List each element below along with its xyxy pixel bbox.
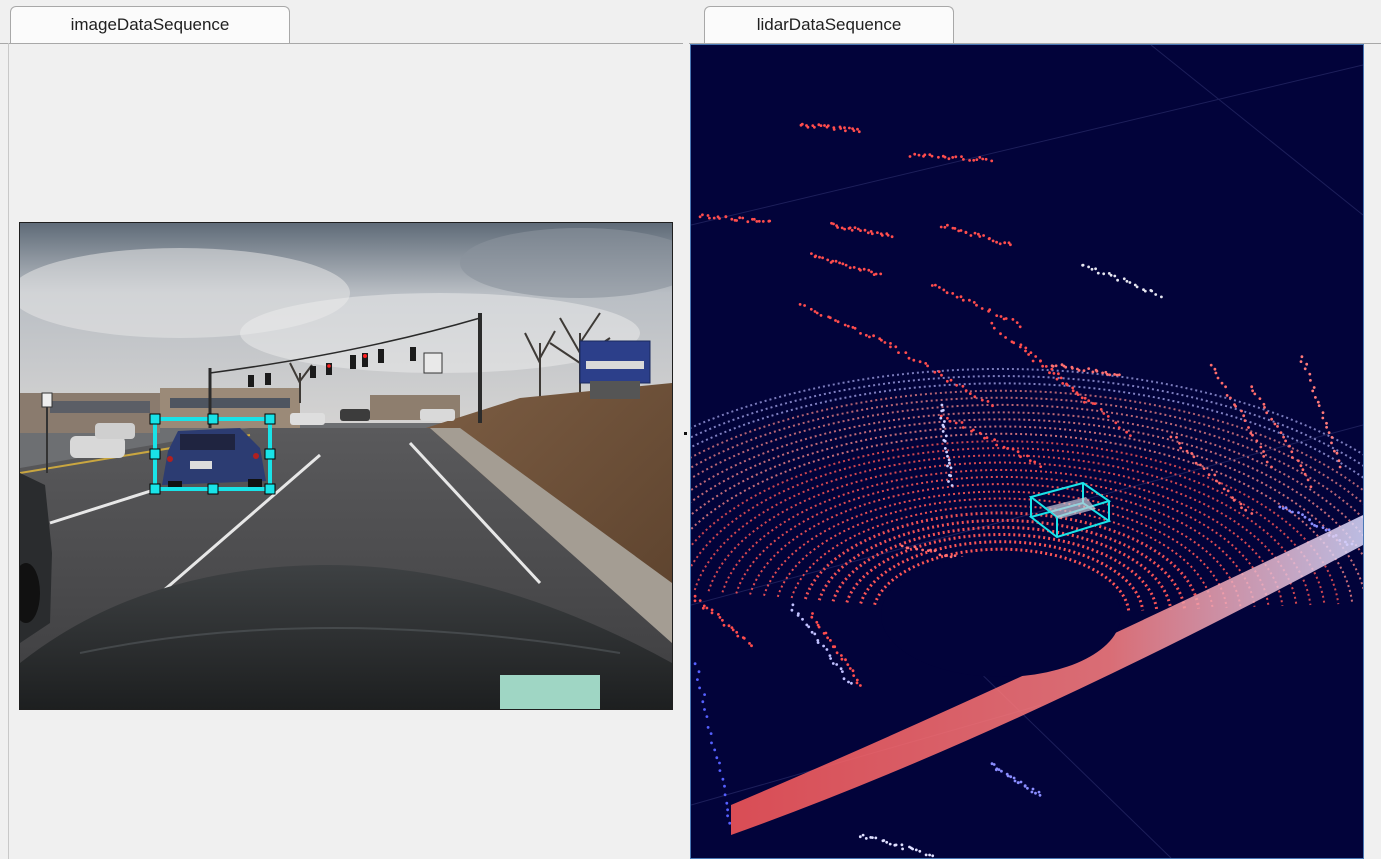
bbox-handle[interactable] bbox=[149, 413, 161, 425]
image-data-panel: imageDataSequence bbox=[0, 0, 683, 859]
bbox-handle[interactable] bbox=[264, 448, 276, 460]
camera-image[interactable] bbox=[19, 222, 673, 710]
parked-car bbox=[70, 436, 125, 458]
bbox-handle[interactable] bbox=[264, 483, 276, 495]
bbox-handle[interactable] bbox=[207, 483, 219, 495]
bbox-handle[interactable] bbox=[149, 483, 161, 495]
lidar-data-panel: lidarDataSequence bbox=[689, 0, 1381, 859]
lidar-tab-strip: lidarDataSequence bbox=[689, 0, 1381, 44]
panel-border bbox=[8, 43, 9, 859]
bbox-handle[interactable] bbox=[264, 413, 276, 425]
bbox-handle[interactable] bbox=[149, 448, 161, 460]
bbox-handle[interactable] bbox=[207, 413, 219, 425]
splitter-grip[interactable] bbox=[684, 432, 687, 435]
tab-lidar-data-sequence[interactable]: lidarDataSequence bbox=[704, 6, 954, 43]
lidar-point-cloud-view[interactable] bbox=[690, 44, 1364, 859]
ego-shadow bbox=[881, 553, 1121, 677]
dashboard-sticker bbox=[500, 675, 600, 709]
image-tab-strip: imageDataSequence bbox=[0, 0, 683, 44]
lidar-points bbox=[693, 122, 1354, 858]
tab-image-data-sequence[interactable]: imageDataSequence bbox=[10, 6, 290, 43]
panel-margin bbox=[1364, 44, 1381, 859]
